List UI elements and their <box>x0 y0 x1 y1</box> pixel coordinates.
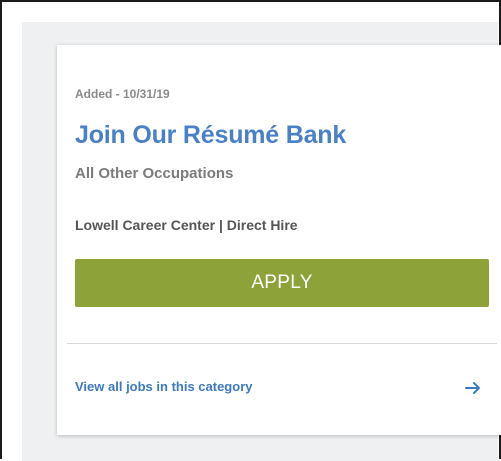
arrow-right-icon[interactable] <box>464 379 482 397</box>
content-panel: Added - 10/31/19 Join Our Résumé Bank Al… <box>22 22 501 461</box>
job-occupation: All Other Occupations <box>75 165 234 182</box>
job-employer: Lowell Career Center | Direct Hire <box>75 217 298 233</box>
added-date: Added - 10/31/19 <box>75 87 170 101</box>
window-frame: Added - 10/31/19 Join Our Résumé Bank Al… <box>0 0 501 461</box>
card-divider <box>67 343 497 344</box>
job-title[interactable]: Join Our Résumé Bank <box>75 121 346 150</box>
apply-button[interactable]: APPLY <box>75 259 489 307</box>
view-all-jobs-link[interactable]: View all jobs in this category <box>75 379 252 394</box>
job-card: Added - 10/31/19 Join Our Résumé Bank Al… <box>57 45 501 435</box>
